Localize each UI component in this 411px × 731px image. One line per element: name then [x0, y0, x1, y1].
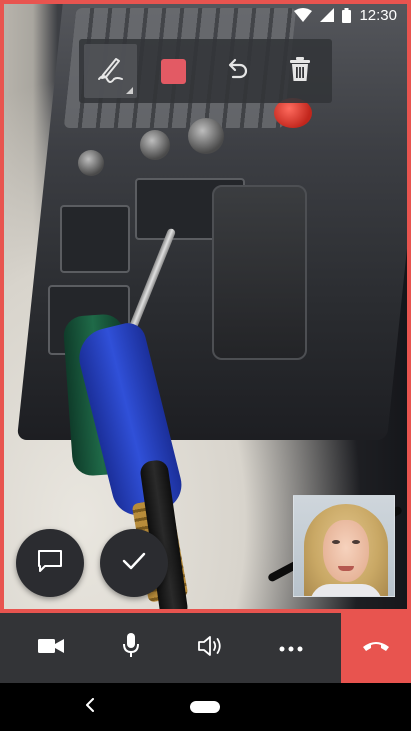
participant-eye	[332, 540, 340, 544]
speaker-toggle-button[interactable]	[171, 613, 251, 683]
more-options-button[interactable]	[251, 613, 331, 683]
speaker-volume-icon	[198, 635, 224, 662]
tool-options-indicator	[126, 87, 133, 94]
home-pill-icon[interactable]	[190, 701, 220, 713]
panel-knob	[140, 130, 170, 160]
system-nav-bar	[0, 683, 411, 731]
participant-shirt	[310, 584, 382, 596]
back-button[interactable]	[80, 697, 100, 717]
pen-signature-icon	[96, 55, 126, 88]
panel-slot	[60, 205, 130, 273]
remote-participant-video[interactable]	[293, 495, 395, 597]
undo-icon	[225, 56, 249, 87]
metal-bracket	[212, 185, 307, 360]
checkmark-icon	[122, 552, 146, 575]
panel-knob	[78, 150, 104, 176]
chat-button[interactable]	[16, 529, 84, 597]
microphone-toggle-button[interactable]	[91, 613, 171, 683]
signal-icon	[320, 8, 335, 22]
microphone-icon	[122, 632, 140, 664]
more-dots-icon	[279, 639, 303, 657]
color-swatch	[161, 58, 186, 84]
status-bar: 12:30	[0, 0, 411, 30]
pen-tool-button[interactable]	[84, 44, 137, 98]
video-camera-icon	[38, 638, 64, 659]
battery-icon	[342, 7, 352, 23]
phone-hangup-icon	[362, 639, 390, 657]
participant-mouth	[338, 566, 354, 571]
color-picker-button[interactable]	[142, 39, 205, 103]
back-chevron-icon	[85, 697, 95, 717]
end-call-button[interactable]	[341, 613, 411, 683]
confirm-button[interactable]	[100, 529, 168, 597]
undo-button[interactable]	[205, 39, 268, 103]
video-toggle-button[interactable]	[11, 613, 91, 683]
clock-time: 12:30	[359, 6, 397, 24]
call-controls-bar	[0, 613, 411, 683]
drawing-toolbar	[79, 39, 332, 103]
panel-knob	[188, 118, 224, 154]
chat-bubble-icon	[37, 549, 63, 578]
wifi-icon	[294, 8, 313, 22]
trash-icon	[289, 56, 311, 87]
participant-face	[323, 520, 369, 582]
participant-eye	[352, 540, 360, 544]
clear-drawing-button[interactable]	[268, 39, 331, 103]
